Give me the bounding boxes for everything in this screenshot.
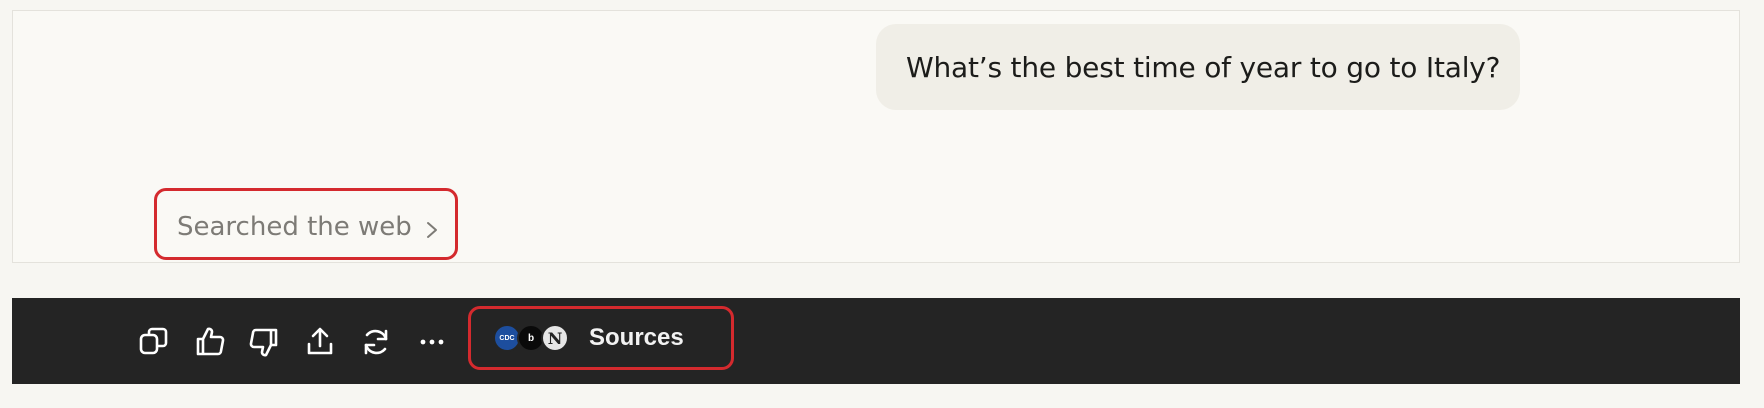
user-message-bubble: What’s the best time of year to go to It…: [876, 24, 1520, 110]
message-action-toolbar: CDC b N Sources: [12, 298, 1740, 384]
share-icon[interactable]: [298, 320, 342, 364]
retry-icon[interactable]: [354, 320, 398, 364]
searched-the-web-toggle[interactable]: Searched the web: [154, 188, 458, 260]
n-favicon: N: [541, 324, 569, 352]
user-message-text: What’s the best time of year to go to It…: [906, 50, 1501, 84]
copy-icon[interactable]: [132, 320, 176, 364]
sources-label: Sources: [589, 324, 684, 351]
search-status-label: Searched the web: [177, 212, 412, 242]
chevron-right-icon: [424, 217, 440, 238]
thumbs-down-icon[interactable]: [242, 320, 286, 364]
sources-button[interactable]: CDC b N Sources: [468, 306, 734, 370]
thumbs-up-icon[interactable]: [188, 320, 232, 364]
more-icon[interactable]: [410, 320, 454, 364]
source-favicons: CDC b N: [493, 324, 581, 352]
